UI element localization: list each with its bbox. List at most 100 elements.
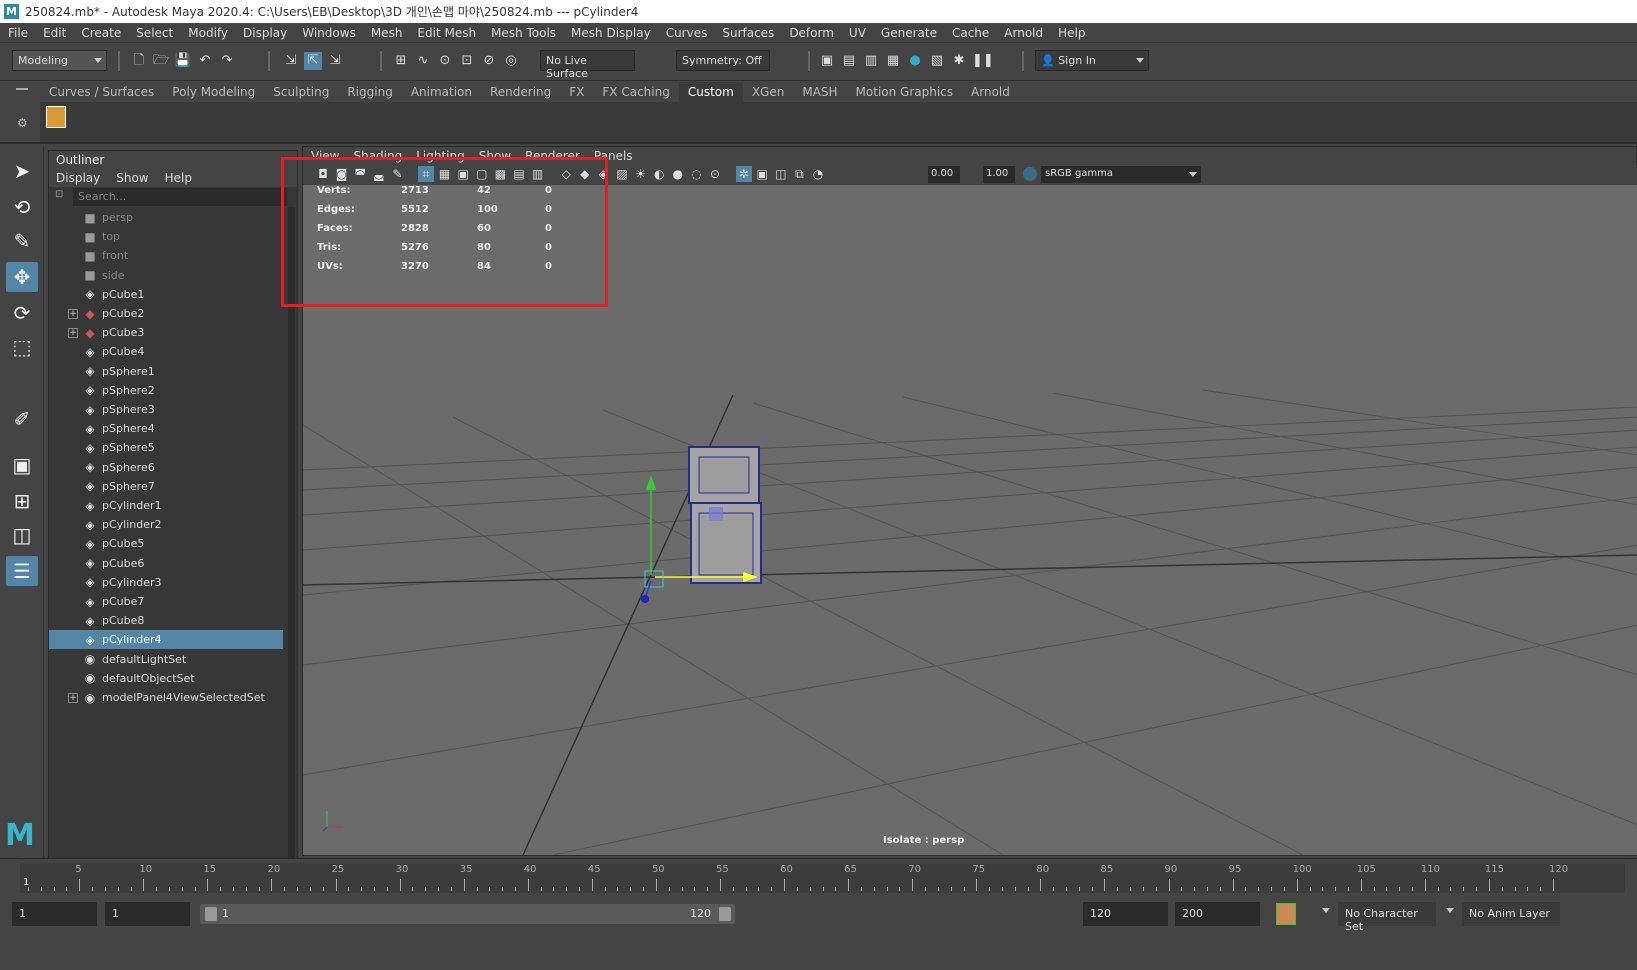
undo-icon[interactable]: ↶: [196, 52, 214, 70]
exposure-icon[interactable]: ◔: [810, 166, 826, 182]
outliner-item[interactable]: + ◆ pCube3: [49, 323, 283, 342]
menu-select[interactable]: Select: [136, 26, 173, 40]
custom-shelf-tool-icon[interactable]: [46, 106, 66, 128]
snap-curve-icon[interactable]: ∿: [414, 52, 432, 70]
single-view-icon[interactable]: ▣: [6, 450, 38, 480]
auto-key-icon[interactable]: [1276, 903, 1296, 925]
expand-icon[interactable]: +: [68, 692, 78, 703]
outliner-item[interactable]: ◈ pCube7: [49, 592, 283, 611]
menu-uv[interactable]: UV: [849, 26, 866, 40]
search-options-icon[interactable]: ⊡: [55, 189, 63, 200]
symmetry-dropdown[interactable]: Symmetry: Off: [676, 50, 770, 71]
outliner-item[interactable]: + ◆ pCube2: [49, 304, 283, 323]
shelf-tab-mash[interactable]: MASH: [793, 82, 846, 102]
anti-aliasing-icon[interactable]: ⊙: [707, 166, 723, 182]
outliner-item[interactable]: ■ side: [49, 266, 283, 285]
anim-layer-field[interactable]: No Anim Layer: [1462, 902, 1560, 926]
menu-cache[interactable]: Cache: [952, 26, 989, 40]
outliner-item[interactable]: ◈ pCylinder4: [49, 630, 283, 650]
shelf-tab-motion-graphics[interactable]: Motion Graphics: [847, 82, 963, 102]
outliner-item[interactable]: ◈ pSphere7: [49, 477, 283, 496]
outliner-item[interactable]: ◈ pCube1: [49, 285, 283, 304]
menu-generate[interactable]: Generate: [881, 26, 937, 40]
snap-surface-icon[interactable]: ◎: [502, 52, 520, 70]
menu-file[interactable]: File: [8, 26, 28, 40]
isolate-select-icon[interactable]: ✲: [735, 166, 752, 182]
pause-icon[interactable]: ❚❚: [972, 52, 994, 70]
rotate-tool-icon[interactable]: ⟳: [6, 298, 38, 328]
make-live-icon[interactable]: ⊘: [480, 52, 498, 70]
menu-windows[interactable]: Windows: [302, 26, 356, 40]
outliner-item[interactable]: ■ persp: [49, 208, 283, 227]
menu-create[interactable]: Create: [81, 26, 121, 40]
sign-in-dropdown[interactable]: 👤 Sign In: [1035, 50, 1149, 71]
outliner-item[interactable]: ◉ defaultObjectSet: [49, 669, 283, 688]
menu-mesh-tools[interactable]: Mesh Tools: [491, 26, 556, 40]
color-management-icon[interactable]: [1023, 167, 1037, 181]
menu-modify[interactable]: Modify: [188, 26, 228, 40]
time-slider[interactable]: 1 5 10 15 20 25 30 35 40 45 50 55 60 65 70 75 80 85 90 95 1…: [0, 858, 1637, 896]
open-scene-icon[interactable]: 🗁: [152, 52, 170, 70]
snap-view-plane-icon[interactable]: ⊡: [458, 52, 476, 70]
live-surface-field[interactable]: No Live Surface: [540, 50, 635, 80]
xray-components-icon[interactable]: ⧉: [791, 166, 807, 182]
menu-edit[interactable]: Edit: [43, 26, 66, 40]
shelf-menu-icon[interactable]: [16, 88, 28, 90]
outliner-scrollbar[interactable]: [288, 207, 295, 887]
animation-start-field[interactable]: 1: [12, 902, 97, 926]
four-view-icon[interactable]: ⊞: [6, 486, 38, 516]
exposure-field[interactable]: 0.00: [928, 166, 960, 183]
xray-joints-icon[interactable]: ◫: [773, 166, 789, 182]
select-component-icon[interactable]: ⇲: [326, 52, 344, 70]
outliner-item[interactable]: ■ front: [49, 246, 283, 265]
menu-mesh[interactable]: Mesh: [371, 26, 403, 40]
snap-grid-icon[interactable]: ⊞: [392, 52, 410, 70]
outliner-item[interactable]: ◈ pSphere5: [49, 438, 283, 457]
expand-icon[interactable]: +: [68, 308, 78, 319]
outliner-menu-show[interactable]: Show: [116, 169, 148, 187]
menu-arnold[interactable]: Arnold: [1004, 26, 1043, 40]
shelf-tab-rigging[interactable]: Rigging: [338, 82, 401, 102]
time-slider-track[interactable]: 1 5 10 15 20 25 30 35 40 45 50 55 60 65 70 75 80 85 90 95 1…: [20, 863, 1625, 893]
textured-icon[interactable]: ▨: [614, 166, 630, 182]
shelf-tab-sculpting[interactable]: Sculpting: [264, 82, 338, 102]
playback-end-field[interactable]: 120: [1083, 902, 1168, 926]
shelf-tab-fx[interactable]: FX: [560, 82, 593, 102]
outliner-item[interactable]: + ◉ modelPanel4ViewSelectedSet: [49, 688, 283, 707]
shelf-tab-curves-surfaces[interactable]: Curves / Surfaces: [40, 82, 163, 102]
outliner-item[interactable]: ◈ pSphere3: [49, 400, 283, 419]
render-settings-icon[interactable]: ▦: [884, 52, 902, 70]
shelf-tab-fx-caching[interactable]: FX Caching: [593, 82, 678, 102]
outliner-item[interactable]: ◉ defaultLightSet: [49, 650, 283, 669]
menu-surfaces[interactable]: Surfaces: [722, 26, 774, 40]
outliner-item[interactable]: ◈ pSphere4: [49, 419, 283, 438]
render-icon[interactable]: ▤: [840, 52, 858, 70]
hypershade-icon[interactable]: ●: [906, 52, 924, 70]
outliner-search-input[interactable]: Search...: [73, 188, 287, 206]
ambient-occlusion-icon[interactable]: ●: [670, 166, 686, 182]
menu-display[interactable]: Display: [243, 26, 287, 40]
shelf-tab-rendering[interactable]: Rendering: [481, 82, 560, 102]
range-start-handle[interactable]: [205, 907, 217, 921]
select-hierarchy-icon[interactable]: ⇲: [282, 52, 300, 70]
view-transform-dropdown[interactable]: sRGB gamma: [1041, 166, 1201, 183]
character-set-chevron-icon[interactable]: [1322, 908, 1330, 913]
new-scene-icon[interactable]: 🗋: [130, 52, 148, 70]
gamma-field[interactable]: 1.00: [983, 166, 1015, 183]
anim-layer-chevron-icon[interactable]: [1446, 908, 1454, 913]
shelf-settings-icon[interactable]: ⚙: [17, 116, 28, 130]
two-view-icon[interactable]: ◫: [6, 520, 38, 550]
outliner-item[interactable]: ◈ pSphere6: [49, 458, 283, 477]
outliner-layout-icon[interactable]: ☰: [6, 556, 38, 586]
select-object-icon[interactable]: ⇱: [304, 52, 322, 70]
lighting-icon[interactable]: ☀: [633, 166, 649, 182]
shadows-icon[interactable]: ◐: [651, 166, 667, 182]
menu-help[interactable]: Help: [1058, 26, 1085, 40]
menu-deform[interactable]: Deform: [789, 26, 834, 40]
outliner-item[interactable]: ◈ pCylinder1: [49, 496, 283, 515]
snap-point-icon[interactable]: ⊙: [436, 52, 454, 70]
outliner-item[interactable]: ◈ pCube5: [49, 534, 283, 553]
playback-start-field[interactable]: 1: [105, 902, 190, 926]
animation-end-field[interactable]: 200: [1175, 902, 1260, 926]
select-tool-icon[interactable]: ➤: [6, 156, 38, 186]
